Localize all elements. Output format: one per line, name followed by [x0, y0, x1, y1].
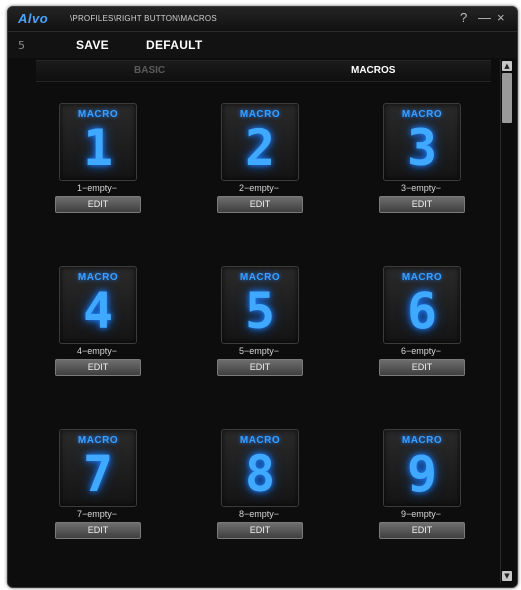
edit-button[interactable]: EDIT — [217, 359, 303, 376]
macro-tile[interactable]: MACRO 1 — [59, 103, 137, 181]
tab-basic[interactable]: BASIC — [134, 65, 165, 76]
scroll-up-icon[interactable]: ▲ — [502, 61, 512, 71]
default-button[interactable]: DEFAULT — [146, 38, 203, 52]
macro-number: 7 — [82, 445, 114, 503]
macro-slot: MACRO 8 8−empty− EDIT — [199, 429, 319, 559]
scroll-down-icon[interactable]: ▼ — [502, 571, 512, 581]
macro-slot: MACRO 2 2−empty− EDIT — [199, 103, 319, 233]
macro-slot: MACRO 1 1−empty− EDIT — [37, 103, 157, 233]
app-logo: Alvo — [18, 11, 49, 26]
edit-button[interactable]: EDIT — [379, 196, 465, 213]
macro-tile[interactable]: MACRO 3 — [383, 103, 461, 181]
macro-slot-label: 3−empty− — [400, 183, 442, 193]
macro-slot: MACRO 9 9−empty− EDIT — [361, 429, 481, 559]
macro-slot: MACRO 3 3−empty− EDIT — [361, 103, 481, 233]
save-button[interactable]: SAVE — [76, 38, 109, 52]
macro-number: 8 — [244, 445, 276, 503]
macro-slot: MACRO 7 7−empty− EDIT — [37, 429, 157, 559]
macro-number: 9 — [406, 445, 438, 503]
macro-slot-label: 2−empty− — [238, 183, 280, 193]
edit-button[interactable]: EDIT — [379, 522, 465, 539]
app-window: Alvo \PROFILES\RIGHT BUTTON\MACROS ? — ×… — [7, 6, 518, 588]
macro-slot-label: 7−empty− — [76, 509, 118, 519]
tab-bar: BASIC MACROS — [36, 60, 491, 82]
macro-number: 6 — [406, 282, 438, 340]
macro-slot-label: 8−empty− — [238, 509, 280, 519]
macro-slot-label: 9−empty− — [400, 509, 442, 519]
macro-slot-label: 4−empty− — [76, 346, 118, 356]
macro-tile[interactable]: MACRO 7 — [59, 429, 137, 507]
breadcrumb: \PROFILES\RIGHT BUTTON\MACROS — [70, 14, 217, 23]
edit-button[interactable]: EDIT — [55, 359, 141, 376]
macro-slot-label: 5−empty− — [238, 346, 280, 356]
macro-tile[interactable]: MACRO 6 — [383, 266, 461, 344]
macro-slot: MACRO 4 4−empty− EDIT — [37, 266, 157, 396]
macro-number: 2 — [244, 119, 276, 177]
macro-number: 4 — [82, 282, 114, 340]
macro-tile[interactable]: MACRO 5 — [221, 266, 299, 344]
macro-number: 5 — [244, 282, 276, 340]
back-icon[interactable]: 5 — [18, 39, 25, 52]
tab-macros[interactable]: MACROS — [351, 65, 395, 76]
macro-tile[interactable]: MACRO 2 — [221, 103, 299, 181]
edit-button[interactable]: EDIT — [217, 196, 303, 213]
macro-slot: MACRO 5 5−empty− EDIT — [199, 266, 319, 396]
macro-tile[interactable]: MACRO 9 — [383, 429, 461, 507]
macro-tile[interactable]: MACRO 8 — [221, 429, 299, 507]
macro-slot-label: 6−empty− — [400, 346, 442, 356]
title-bar[interactable]: Alvo \PROFILES\RIGHT BUTTON\MACROS ? — × — [8, 7, 517, 32]
macro-tile[interactable]: MACRO 4 — [59, 266, 137, 344]
macro-number: 3 — [406, 119, 438, 177]
macro-slot-label: 1−empty− — [76, 183, 118, 193]
toolbar: 5 SAVE DEFAULT — [8, 32, 517, 58]
help-button[interactable]: ? — [460, 10, 467, 25]
edit-button[interactable]: EDIT — [217, 522, 303, 539]
edit-button[interactable]: EDIT — [55, 196, 141, 213]
minimize-button[interactable]: — — [478, 10, 491, 25]
edit-button[interactable]: EDIT — [55, 522, 141, 539]
macro-number: 1 — [82, 119, 114, 177]
close-button[interactable]: × — [497, 10, 505, 25]
macro-slot: MACRO 6 6−empty− EDIT — [361, 266, 481, 396]
scroll-thumb[interactable] — [502, 73, 512, 123]
vertical-scrollbar[interactable]: ▲ ▼ — [500, 59, 513, 583]
edit-button[interactable]: EDIT — [379, 359, 465, 376]
